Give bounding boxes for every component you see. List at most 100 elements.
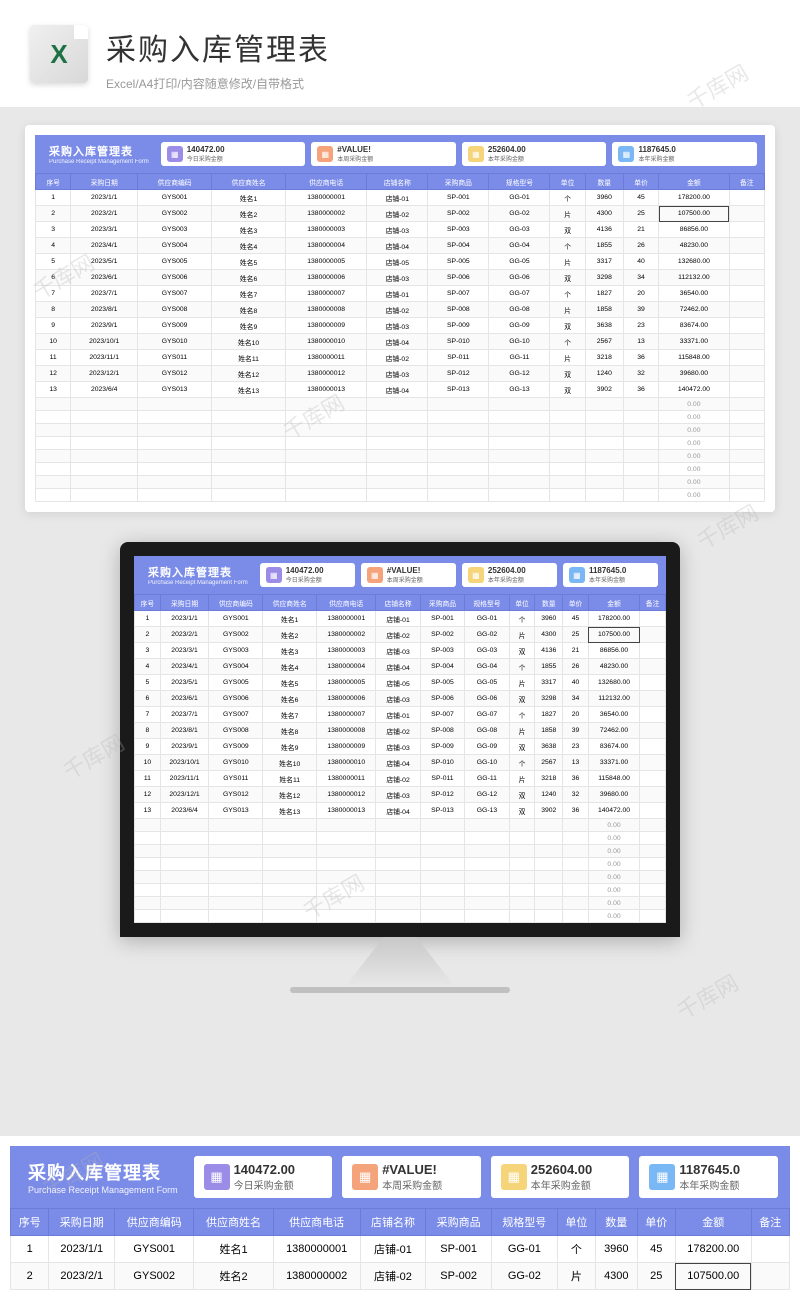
table-cell[interactable]: 72462.00 — [588, 723, 639, 739]
table-cell[interactable]: 姓名13 — [212, 382, 286, 398]
table-cell[interactable]: 107500.00 — [659, 206, 729, 222]
table-cell[interactable]: GG-01 — [489, 190, 550, 206]
table-cell[interactable]: 2023/2/1 — [49, 1263, 115, 1290]
table-cell[interactable]: 39 — [563, 723, 589, 739]
table-cell[interactable]: 1380000001 — [317, 611, 376, 627]
table-cell[interactable] — [317, 819, 376, 832]
table-cell[interactable]: 1380000003 — [286, 222, 367, 238]
table-cell[interactable]: 1380000007 — [286, 286, 367, 302]
table-cell[interactable]: 20 — [563, 707, 589, 723]
table-cell[interactable]: GYS010 — [209, 755, 263, 771]
table-cell[interactable] — [160, 871, 209, 884]
table-cell[interactable]: 1827 — [585, 286, 623, 302]
table-cell[interactable]: 1380000013 — [286, 382, 367, 398]
table-cell[interactable] — [509, 819, 535, 832]
table-cell[interactable]: 39680.00 — [588, 787, 639, 803]
table-cell[interactable] — [465, 819, 509, 832]
table-cell[interactable]: 姓名6 — [263, 691, 317, 707]
table-cell[interactable]: 4136 — [585, 222, 623, 238]
table-cell[interactable] — [535, 884, 563, 897]
table-cell[interactable]: 45 — [563, 611, 589, 627]
table-cell[interactable]: GYS013 — [209, 803, 263, 819]
table-cell[interactable]: SP-007 — [428, 286, 489, 302]
table-cell[interactable]: GG-03 — [489, 222, 550, 238]
table-cell[interactable] — [640, 675, 666, 691]
table-cell[interactable]: 132680.00 — [588, 675, 639, 691]
table-cell[interactable]: 姓名3 — [263, 643, 317, 659]
table-cell[interactable]: 0.00 — [588, 871, 639, 884]
table-cell[interactable]: SP-003 — [428, 222, 489, 238]
table-cell[interactable]: 1855 — [585, 238, 623, 254]
table-cell[interactable]: SP-012 — [428, 366, 489, 382]
table-cell[interactable] — [623, 463, 658, 476]
table-cell[interactable]: 2023/3/1 — [160, 643, 209, 659]
table-cell[interactable]: 3218 — [535, 771, 563, 787]
table-cell[interactable]: GYS005 — [138, 254, 212, 270]
table-cell[interactable] — [550, 424, 585, 437]
table-cell[interactable] — [71, 424, 138, 437]
table-cell[interactable]: SP-005 — [420, 675, 464, 691]
table-cell[interactable]: 店铺-02 — [376, 771, 420, 787]
table-cell[interactable]: 33371.00 — [659, 334, 729, 350]
table-cell[interactable] — [376, 845, 420, 858]
table-cell[interactable]: SP-012 — [420, 787, 464, 803]
table-cell[interactable]: 1380000011 — [317, 771, 376, 787]
table-cell[interactable]: GG-08 — [465, 723, 509, 739]
table-cell[interactable]: 3 — [36, 222, 71, 238]
table-cell[interactable] — [263, 819, 317, 832]
table-cell[interactable]: SP-010 — [428, 334, 489, 350]
table-cell[interactable] — [286, 489, 367, 502]
table-cell[interactable]: GG-07 — [489, 286, 550, 302]
table-cell[interactable] — [209, 845, 263, 858]
table-cell[interactable] — [509, 910, 535, 923]
table-cell[interactable] — [420, 897, 464, 910]
table-cell[interactable]: 姓名1 — [212, 190, 286, 206]
table-cell[interactable] — [563, 884, 589, 897]
table-cell[interactable]: 2023/9/1 — [71, 318, 138, 334]
table-cell[interactable]: 5 — [135, 675, 161, 691]
table-cell[interactable]: 姓名2 — [194, 1263, 273, 1290]
table-cell[interactable]: 3298 — [535, 691, 563, 707]
table-cell[interactable] — [138, 398, 212, 411]
table-cell[interactable]: GYS012 — [138, 366, 212, 382]
table-cell[interactable]: 姓名4 — [212, 238, 286, 254]
table-cell[interactable] — [376, 819, 420, 832]
table-cell[interactable] — [212, 450, 286, 463]
table-cell[interactable] — [36, 424, 71, 437]
table-cell[interactable]: 姓名2 — [212, 206, 286, 222]
table-cell[interactable] — [509, 897, 535, 910]
table-cell[interactable]: 86856.00 — [588, 643, 639, 659]
table-cell[interactable] — [729, 382, 764, 398]
table-cell[interactable]: 1380000006 — [317, 691, 376, 707]
table-cell[interactable]: 13 — [135, 803, 161, 819]
table-cell[interactable] — [729, 398, 764, 411]
table-cell[interactable]: 2567 — [585, 334, 623, 350]
table-cell[interactable] — [640, 643, 666, 659]
table-cell[interactable]: 1380000012 — [317, 787, 376, 803]
table-cell[interactable]: 2 — [11, 1263, 49, 1290]
table-cell[interactable]: 1380000010 — [286, 334, 367, 350]
table-cell[interactable] — [160, 897, 209, 910]
table-cell[interactable] — [209, 897, 263, 910]
table-cell[interactable]: GYS005 — [209, 675, 263, 691]
table-cell[interactable] — [286, 463, 367, 476]
table-cell[interactable] — [428, 450, 489, 463]
table-cell[interactable] — [212, 476, 286, 489]
table-cell[interactable] — [36, 450, 71, 463]
table-cell[interactable]: 店铺-04 — [376, 803, 420, 819]
table-cell[interactable]: SP-007 — [420, 707, 464, 723]
table-cell[interactable]: 0.00 — [588, 910, 639, 923]
table-cell[interactable]: 姓名13 — [263, 803, 317, 819]
table-cell[interactable] — [317, 897, 376, 910]
table-cell[interactable]: GYS002 — [115, 1263, 194, 1290]
table-cell[interactable] — [640, 884, 666, 897]
table-cell[interactable] — [71, 463, 138, 476]
table-cell[interactable]: 姓名3 — [212, 222, 286, 238]
table-cell[interactable]: 2 — [36, 206, 71, 222]
table-cell[interactable]: 姓名4 — [263, 659, 317, 675]
table-cell[interactable] — [563, 858, 589, 871]
table-cell[interactable]: GG-11 — [489, 350, 550, 366]
table-cell[interactable]: SP-010 — [420, 755, 464, 771]
table-cell[interactable] — [367, 424, 428, 437]
table-cell[interactable]: 店铺-05 — [367, 254, 428, 270]
